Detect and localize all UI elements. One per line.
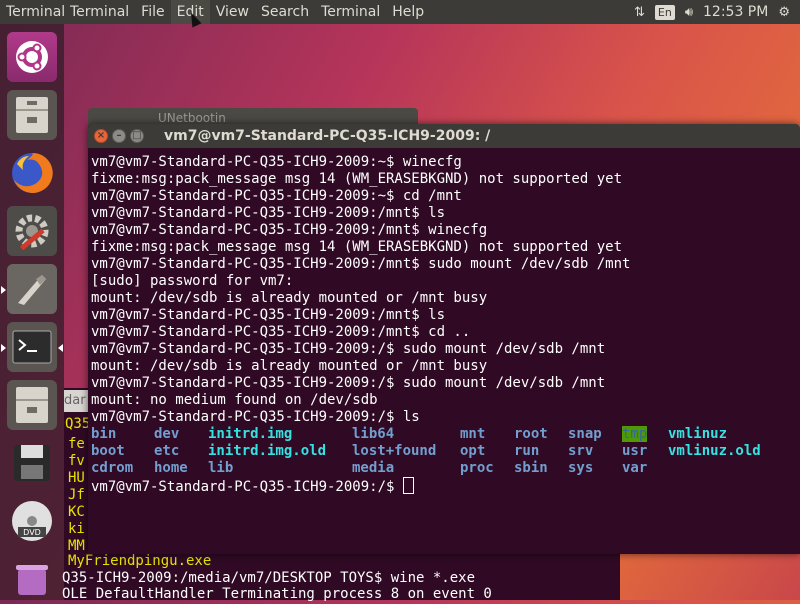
ls-entry: initrd.img.old xyxy=(208,443,327,459)
terminal-titlebar[interactable]: × – □ vm7@vm7-Standard-PC-Q35-ICH9-2009:… xyxy=(88,124,800,148)
text-cursor xyxy=(402,477,414,494)
power-icon[interactable]: ⚙︎ xyxy=(778,5,790,20)
ls-entry: root xyxy=(514,426,548,442)
menu-bar: Terminal File Edit View Search Terminal … xyxy=(64,0,430,24)
launcher: DVD xyxy=(0,24,64,600)
wine-app-icon[interactable] xyxy=(1,264,57,314)
prompt: vm7@vm7-Standard-PC-Q35-ICH9-2009:/$ xyxy=(91,479,403,495)
files-2-icon[interactable] xyxy=(7,380,57,430)
menu-terminal[interactable]: Terminal xyxy=(64,0,135,24)
terminal-window: × – □ vm7@vm7-Standard-PC-Q35-ICH9-2009:… xyxy=(88,124,800,554)
ls-entry: boot xyxy=(91,443,125,459)
ls-entry: lib xyxy=(208,460,234,476)
terminal-output[interactable]: vm7@vm7-Standard-PC-Q35-ICH9-2009:~$ win… xyxy=(91,154,800,554)
top-panel: Terminal Terminal File Edit View Search … xyxy=(0,0,800,24)
ls-entry-tmp: tmp xyxy=(622,426,648,442)
dvd-icon[interactable]: DVD xyxy=(7,496,57,546)
keyboard-layout-indicator[interactable]: En xyxy=(654,4,675,20)
ls-entry: cdrom xyxy=(91,460,134,476)
bg-line-6: KC xyxy=(68,504,85,520)
menu-search[interactable]: Search xyxy=(255,0,315,24)
terminal-line: fixme:msg:pack_message msg 14 (WM_ERASEB… xyxy=(91,171,623,187)
terminal-line: mount: /dev/sdb is already mounted or /m… xyxy=(91,358,488,374)
ls-entry: var xyxy=(622,460,648,476)
terminal-line: vm7@vm7-Standard-PC-Q35-ICH9-2009:/mnt$ … xyxy=(91,256,631,272)
menu-help[interactable]: Help xyxy=(386,0,430,24)
ls-entry: etc xyxy=(154,443,180,459)
close-button[interactable]: × xyxy=(94,129,108,143)
terminal-line: vm7@vm7-Standard-PC-Q35-ICH9-2009:/$ sud… xyxy=(91,375,606,391)
terminal-line: vm7@vm7-Standard-PC-Q35-ICH9-2009:/mnt$ … xyxy=(91,205,446,221)
bg-line-1: Q35 xyxy=(65,416,91,432)
system-settings-icon[interactable] xyxy=(7,206,57,256)
terminal-line: vm7@vm7-Standard-PC-Q35-ICH9-2009:/$ ls xyxy=(91,409,420,425)
files-icon[interactable] xyxy=(7,90,57,140)
terminal-line: vm7@vm7-Standard-PC-Q35-ICH9-2009:~$ cd … xyxy=(91,188,462,204)
terminal-line: vm7@vm7-Standard-PC-Q35-ICH9-2009:/mnt$ … xyxy=(91,307,446,323)
terminal-line: vm7@vm7-Standard-PC-Q35-ICH9-2009:/mnt$ … xyxy=(91,324,471,340)
save-disk-icon[interactable] xyxy=(7,438,57,488)
maximize-button[interactable]: □ xyxy=(130,129,144,143)
background-terminal-titlebar: dar xyxy=(64,390,88,412)
bg-line-7: ki xyxy=(68,521,85,537)
bg-line-2: fe xyxy=(68,436,85,452)
clock[interactable]: 12:53 PM xyxy=(703,4,768,20)
bg-line-4: HU xyxy=(68,470,85,486)
ls-entry: tmp xyxy=(622,426,668,443)
ls-entry: proc xyxy=(460,460,494,476)
app-title: Terminal xyxy=(6,4,64,20)
firefox-icon[interactable] xyxy=(7,148,57,198)
ls-entry: home xyxy=(154,460,188,476)
bg-line-8: MM xyxy=(68,538,85,554)
terminal-line: fixme:msg:pack_message msg 14 (WM_ERASEB… xyxy=(91,239,623,255)
ls-entry: mnt xyxy=(460,426,486,442)
bg-line-3: fv xyxy=(68,453,85,469)
ls-entry: srv xyxy=(568,443,594,459)
terminal-line: [sudo] password for vm7: xyxy=(91,273,294,289)
ls-output: bin dev initrd.img lib64 mnt root snap t… xyxy=(91,426,800,477)
ls-entry: usr xyxy=(622,443,648,459)
volume-icon[interactable]: 🔊︎ xyxy=(685,5,693,20)
terminal-line: vm7@vm7-Standard-PC-Q35-ICH9-2009:/$ sud… xyxy=(91,341,606,357)
minimize-button[interactable]: – xyxy=(112,129,126,143)
ls-entry: sbin xyxy=(514,460,548,476)
ls-entry: snap xyxy=(568,426,602,442)
svg-text:DVD: DVD xyxy=(23,528,41,537)
ubuntu-dash-icon[interactable] xyxy=(7,32,57,82)
menu-file[interactable]: File xyxy=(135,0,170,24)
ls-entry: lost+found xyxy=(352,443,437,459)
bg-line-5: Jf xyxy=(68,487,85,503)
trash-icon[interactable] xyxy=(7,554,57,604)
terminal-line: mount: /dev/sdb is already mounted or /m… xyxy=(91,290,488,306)
bg-line-10: Q35-ICH9-2009:/media/vm7/DESKTOP TOYS$ w… xyxy=(62,570,476,586)
terminal-icon[interactable] xyxy=(1,322,63,372)
ls-entry: vmlinuz.old xyxy=(668,443,761,459)
ls-entry-empty xyxy=(668,460,778,477)
menu-view[interactable]: View xyxy=(210,0,255,24)
ls-entry: bin xyxy=(91,426,117,442)
ls-entry: media xyxy=(352,460,395,476)
terminal-line: vm7@vm7-Standard-PC-Q35-ICH9-2009:/mnt$ … xyxy=(91,222,488,238)
terminal-line: vm7@vm7-Standard-PC-Q35-ICH9-2009:~$ win… xyxy=(91,154,462,170)
prompt-line[interactable]: vm7@vm7-Standard-PC-Q35-ICH9-2009:/$ xyxy=(91,477,800,495)
terminal-title: vm7@vm7-Standard-PC-Q35-ICH9-2009: / xyxy=(164,128,491,144)
ls-entry: opt xyxy=(460,443,486,459)
network-icon[interactable]: ⇅ xyxy=(634,5,645,20)
ls-entry: sys xyxy=(568,460,594,476)
terminal-line: mount: no medium found on /dev/sdb xyxy=(91,392,378,408)
bg-line-9: MyFriendpingu.exe xyxy=(68,553,212,569)
ls-entry: initrd.img xyxy=(208,426,293,442)
ls-entry: vmlinuz xyxy=(668,426,728,442)
menu-terminal-2[interactable]: Terminal xyxy=(315,0,386,24)
ls-entry: dev xyxy=(154,426,180,442)
ls-entry: run xyxy=(514,443,540,459)
ls-entry: lib64 xyxy=(352,426,395,442)
